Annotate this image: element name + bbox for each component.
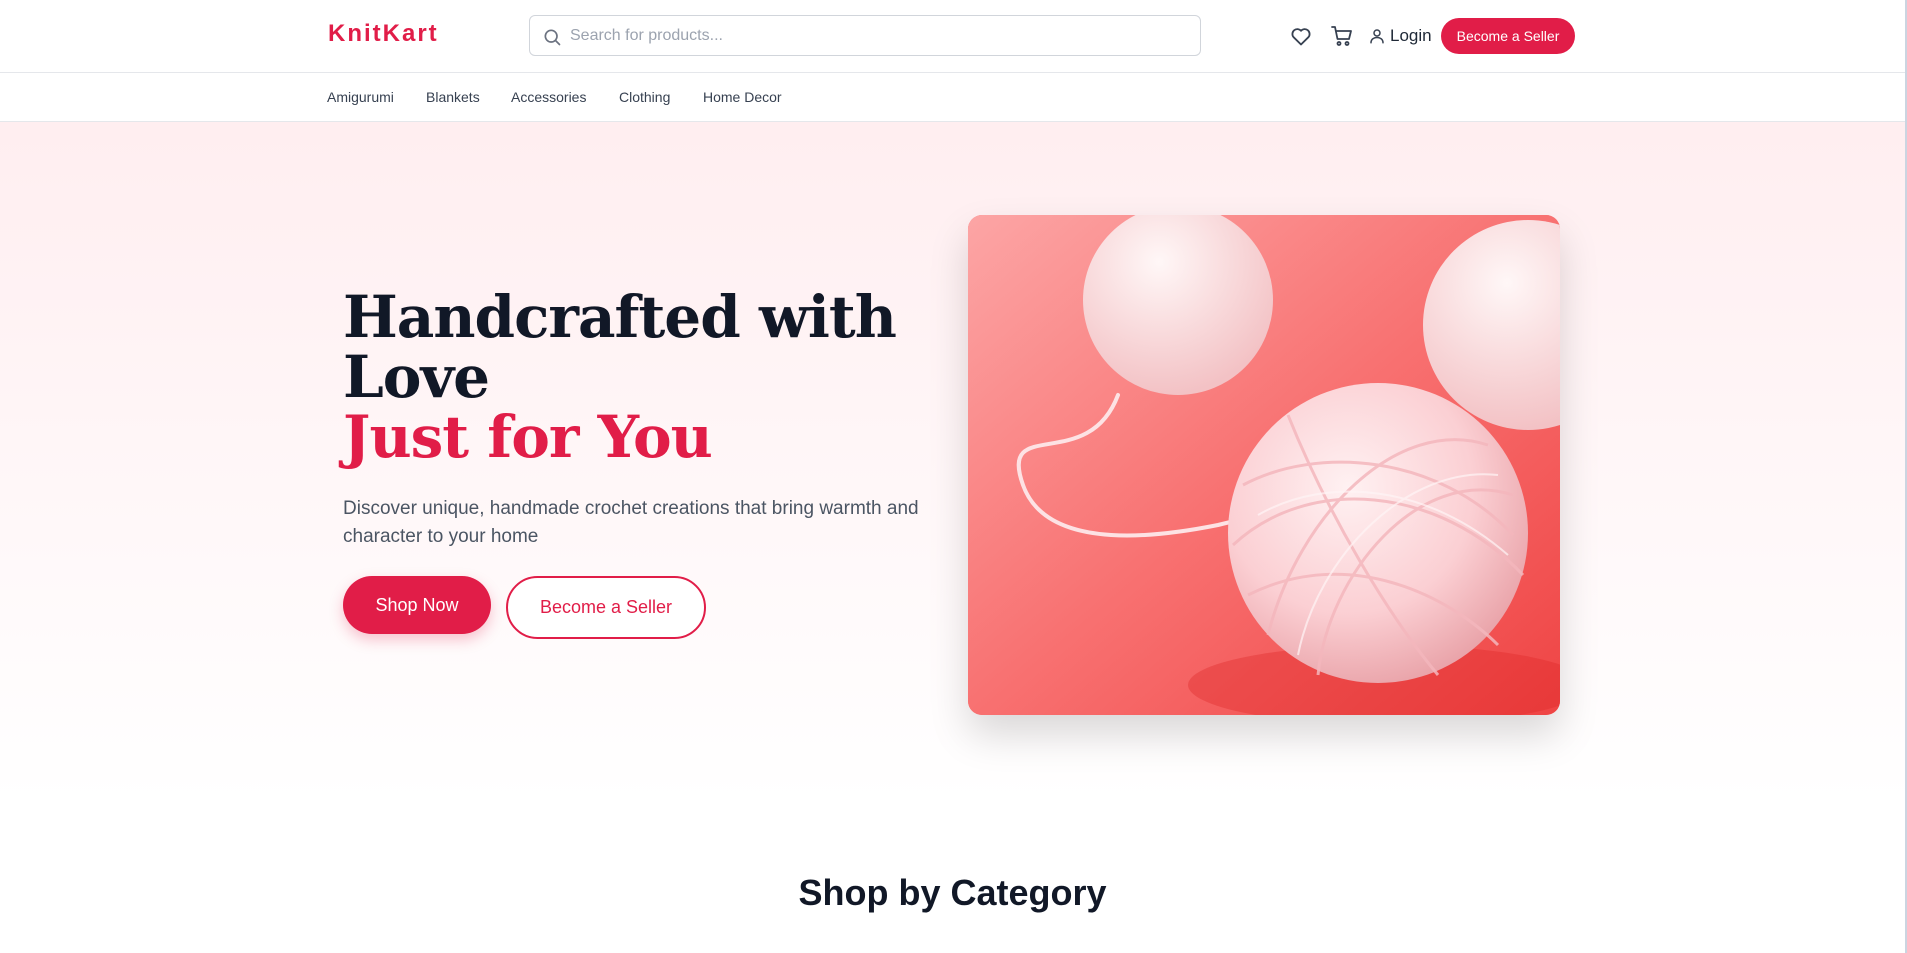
user-icon: [1370, 29, 1384, 44]
search-input[interactable]: [570, 16, 1190, 55]
login-label: Login: [1390, 26, 1432, 45]
category-nav: Amigurumi Blankets Accessories Clothing …: [0, 73, 1905, 122]
hero-title: Handcrafted with Love: [343, 283, 897, 411]
nav-item-home-decor[interactable]: Home Decor: [703, 89, 782, 105]
hero-section: Handcrafted with Love Just for You Disco…: [0, 122, 1905, 802]
nav-item-amigurumi[interactable]: Amigurumi: [327, 89, 394, 105]
hero-title-accent: Just for You: [343, 403, 713, 471]
nav-item-blankets[interactable]: Blankets: [426, 89, 480, 105]
nav-item-accessories[interactable]: Accessories: [511, 89, 586, 105]
hero-become-seller-button[interactable]: Become a Seller: [506, 576, 706, 639]
become-seller-button[interactable]: Become a Seller: [1441, 18, 1575, 54]
site-header: KnitKart Login Become a Seller: [0, 0, 1905, 73]
cart-icon[interactable]: [1330, 24, 1354, 48]
search-bar[interactable]: [529, 15, 1201, 56]
category-section-title: Shop by Category: [798, 872, 1107, 913]
hero-subtitle: Discover unique, handmade crochet creati…: [343, 498, 919, 547]
hero-title-line1: Handcrafted with: [343, 283, 897, 351]
hero-yarn-image: [968, 215, 1560, 715]
site-logo[interactable]: KnitKart: [328, 20, 439, 48]
heart-icon[interactable]: [1289, 24, 1313, 48]
hero-title-line2: Love: [343, 343, 490, 411]
login-link[interactable]: Login: [1368, 24, 1432, 48]
nav-item-clothing[interactable]: Clothing: [619, 89, 670, 105]
yarn-illustration: [968, 215, 1560, 715]
search-icon: [544, 29, 561, 46]
shop-now-button[interactable]: Shop Now: [343, 576, 491, 634]
